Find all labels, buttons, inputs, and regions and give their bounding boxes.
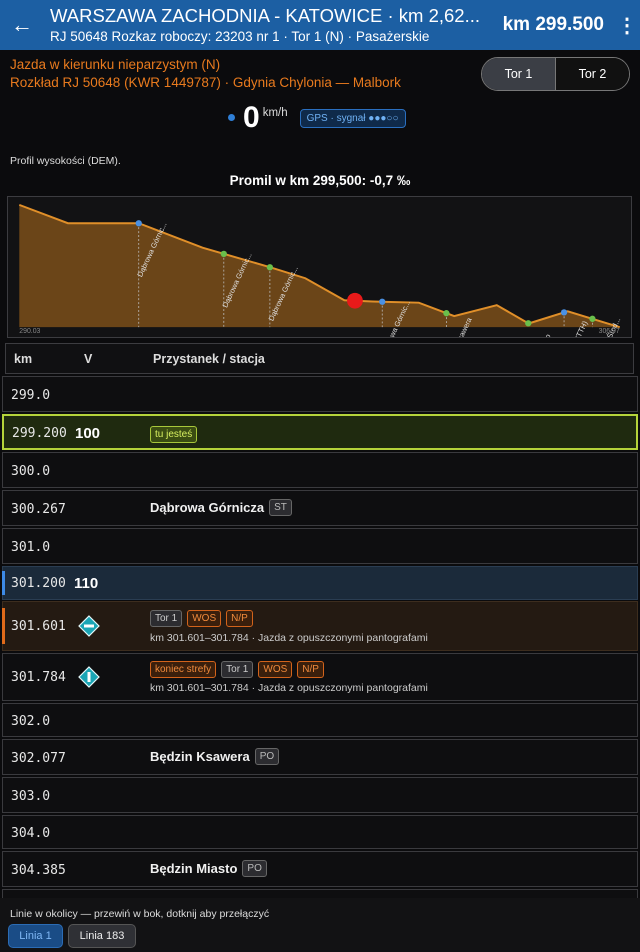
station-marker <box>589 315 596 322</box>
row-km: 301.601 <box>11 619 66 634</box>
row-km: 302.077 <box>11 751 66 766</box>
header-v: V <box>84 351 93 366</box>
row-km: 302.0 <box>11 714 51 729</box>
row-km: 299.200 <box>12 426 67 441</box>
zone-description: km 301.601–301.784 · Jazda z opuszczonym… <box>150 632 428 644</box>
table-header: km V Przystanek / stacja <box>5 343 634 374</box>
nearby-lines-hint: Linie w okolicy — przewiń w bok, dotknij… <box>10 908 270 920</box>
table-row[interactable]: 299.0 <box>2 376 638 412</box>
station-marker <box>220 250 227 258</box>
speed-unit: km/h <box>262 107 288 119</box>
track-tag: Tor 1 <box>221 661 254 678</box>
app-bar: ← WARSZAWA ZACHODNIA - KATOWICE · km 2,6… <box>0 0 640 50</box>
station-marker <box>379 298 386 305</box>
row-speed: 110 <box>74 575 99 592</box>
profile-heading: Profil wysokości (DEM). <box>10 155 121 167</box>
gradient-readout: Promil w km 299,500: -0,7 ‰ <box>229 173 411 188</box>
station-type-tag: ST <box>269 499 292 516</box>
zone-tags: Tor 1 WOS N/P <box>150 610 253 627</box>
station-name: Dąbrowa Górnicza ST <box>150 499 292 516</box>
table-row[interactable]: 302.077 Będzin Ksawera PO <box>2 739 638 775</box>
row-km: 301.784 <box>11 670 66 685</box>
station-marker <box>525 320 532 327</box>
row-km: 304.385 <box>11 863 66 878</box>
schedule-text: Rozkład RJ 50648 (KWR 1449787) · Gdynia … <box>10 75 401 90</box>
station-label: Będzin Miasto <box>150 861 238 876</box>
station-name: Będzin Ksawera PO <box>150 748 280 765</box>
track-tag: Tor 1 <box>150 610 183 627</box>
gps-signal-badge: GPS · sygnał ●●●○○ <box>299 109 406 128</box>
more-menu-icon[interactable]: ⋮ <box>614 13 640 38</box>
table-row-current[interactable]: 299.200 100 tu jesteś <box>2 414 638 450</box>
station-marker <box>135 220 142 227</box>
station-label: Będzin Ksawera <box>150 749 250 764</box>
station-name: Będzin Miasto PO <box>150 860 267 877</box>
table-row[interactable]: 300.0 <box>2 452 638 488</box>
station-marker <box>443 310 450 317</box>
station-chart-label: Będzin Miasto <box>525 333 553 338</box>
speed-indicator: 0 km/h GPS · sygnał ●●●○○ <box>228 101 406 135</box>
zone-description: km 301.601–301.784 · Jazda z opuszczonym… <box>150 682 428 694</box>
elevation-chart: Dąbrowa Górnic...Dąbrowa Górnic... Dąbrow… <box>7 196 632 338</box>
row-km: 301.200 <box>11 576 66 591</box>
x-end-label: 306.97 <box>599 328 620 335</box>
app-titles: WARSZAWA ZACHODNIA - KATOWICE · km 2,62.… <box>44 5 491 46</box>
table-row[interactable]: 301.0 <box>2 528 638 564</box>
track-toggle: Tor 1 Tor 2 <box>481 57 630 91</box>
station-type-tag: PO <box>254 748 280 765</box>
current-km: km 299.500 <box>502 14 604 35</box>
tor2-button[interactable]: Tor 2 <box>556 58 629 90</box>
zone-marker <box>2 608 5 644</box>
wos-tag: WOS <box>187 610 222 627</box>
row-km: 300.0 <box>11 464 51 479</box>
line-1-chip[interactable]: Linia 1 <box>8 924 63 948</box>
wos-tag: WOS <box>258 661 293 678</box>
table-row[interactable]: 303.0 <box>2 777 638 813</box>
route-subtitle: RJ 50648 Rozkaz roboczy: 23203 nr 1 · To… <box>50 28 430 44</box>
back-arrow-icon[interactable]: ← <box>0 0 44 50</box>
raise-pantograph-sign-icon <box>78 666 100 688</box>
zone-tags: koniec strefy Tor 1 WOS N/P <box>150 661 324 678</box>
route-title: WARSZAWA ZACHODNIA - KATOWICE · km 2,62.… <box>50 4 480 26</box>
station-marker <box>266 264 274 271</box>
lower-pantograph-sign-icon <box>78 615 100 637</box>
x-start-label: 290.03 <box>19 328 40 335</box>
header-km: km <box>14 351 33 366</box>
table-row[interactable]: 302.0 <box>2 703 638 737</box>
line-183-chip[interactable]: Linia 183 <box>68 924 136 948</box>
row-km: 300.267 <box>11 502 66 517</box>
speed-value: 0 <box>243 101 260 134</box>
current-position-marker <box>347 292 363 309</box>
np-tag: N/P <box>297 661 324 678</box>
tor1-button[interactable]: Tor 1 <box>482 58 556 90</box>
current-position-badge: tu jesteś <box>150 426 198 443</box>
zone-end-tag: koniec strefy <box>150 661 217 678</box>
station-label: Dąbrowa Górnicza <box>150 500 265 515</box>
station-marker <box>560 309 568 316</box>
row-km: 299.0 <box>11 388 51 403</box>
speed-dot-icon <box>228 114 235 121</box>
table-row-speed-change[interactable]: 301.200 110 <box>2 566 638 600</box>
header-station: Przystanek / stacja <box>153 351 265 366</box>
table-row[interactable]: 300.267 Dąbrowa Górnicza ST <box>2 490 638 526</box>
row-speed: 100 <box>75 425 101 442</box>
table-row-zone-end[interactable]: 301.784 koniec strefy Tor 1 WOS N/P km 3… <box>2 653 638 701</box>
np-tag: N/P <box>226 610 253 627</box>
row-km: 304.0 <box>11 826 51 841</box>
table-row[interactable]: 304.385 Będzin Miasto PO <box>2 851 638 887</box>
row-km: 301.0 <box>11 540 51 555</box>
speed-change-marker <box>2 571 5 595</box>
direction-text: Jazda w kierunku nieparzystym (N) <box>10 57 221 72</box>
row-km: 303.0 <box>11 789 51 804</box>
table-row-zone[interactable]: 301.601 Tor 1 WOS N/P km 301.601–301.784… <box>2 601 638 651</box>
station-type-tag: PO <box>242 860 267 877</box>
table-row[interactable]: 304.0 <box>2 815 638 849</box>
